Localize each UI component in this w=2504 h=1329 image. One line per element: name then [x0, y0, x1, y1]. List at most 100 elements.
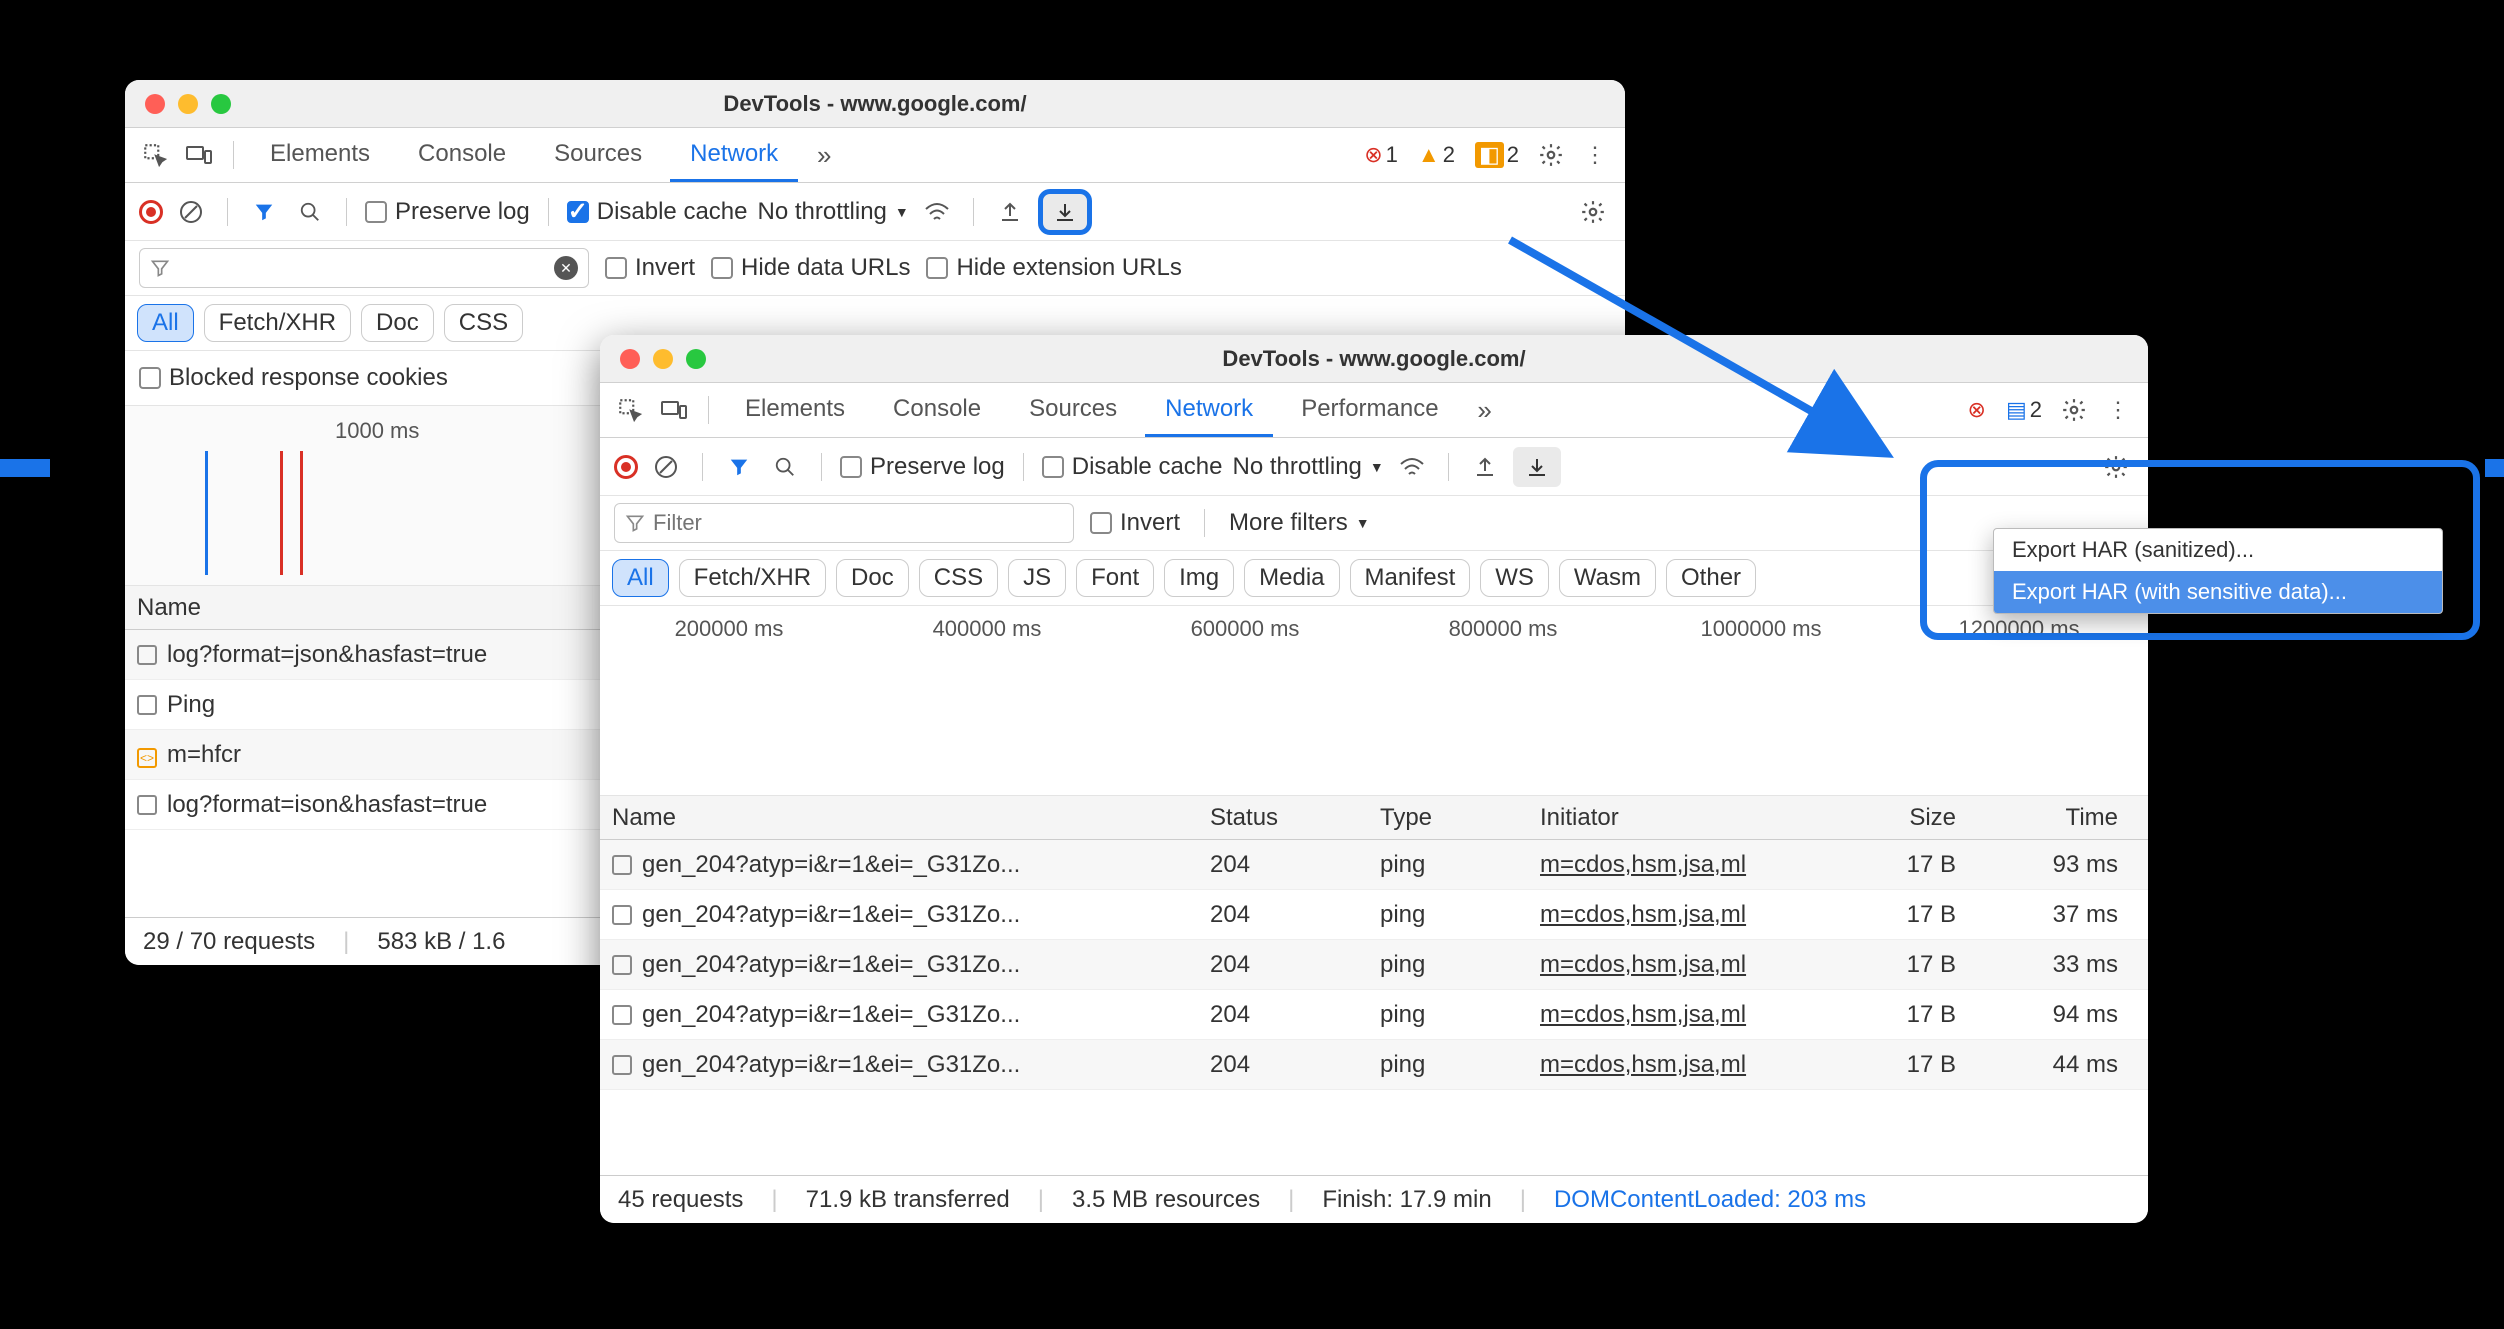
search-icon[interactable] — [292, 194, 328, 230]
pill-js[interactable]: JS — [1008, 559, 1066, 597]
pill-doc[interactable]: Doc — [361, 304, 434, 342]
tab-performance[interactable]: Performance — [1281, 383, 1458, 437]
preserve-log-checkbox[interactable]: Preserve log — [840, 453, 1005, 481]
maximize-window[interactable] — [211, 94, 231, 114]
table-row[interactable]: gen_204?atyp=i&r=1&ei=_G31Zo...204pingm=… — [600, 990, 2148, 1040]
hide-ext-label: Hide extension URLs — [956, 254, 1181, 282]
clear-icon[interactable] — [173, 194, 209, 230]
table-row[interactable]: gen_204?atyp=i&r=1&ei=_G31Zo...204pingm=… — [600, 940, 2148, 990]
more-filters-dropdown[interactable]: More filters ▼ — [1229, 509, 1370, 537]
window-title: DevTools - www.google.com/ — [723, 91, 1026, 117]
menu-export-sensitive[interactable]: Export HAR (with sensitive data)... — [1994, 571, 2442, 613]
col-type[interactable]: Type — [1368, 804, 1528, 832]
minimize-window[interactable] — [178, 94, 198, 114]
download-har-button[interactable] — [1038, 189, 1092, 235]
network-conditions-icon[interactable] — [1394, 449, 1430, 485]
clear-icon[interactable] — [648, 449, 684, 485]
record-button[interactable] — [139, 200, 163, 224]
invert-checkbox[interactable]: Invert — [605, 254, 695, 282]
hide-ext-urls-checkbox[interactable]: Hide extension URLs — [926, 254, 1181, 282]
tab-network[interactable]: Network — [1145, 383, 1273, 437]
record-button[interactable] — [614, 455, 638, 479]
kebab-icon[interactable]: ⋮ — [2100, 392, 2136, 428]
table-row[interactable]: gen_204?atyp=i&r=1&ei=_G31Zo...204pingm=… — [600, 840, 2148, 890]
pill-font[interactable]: Font — [1076, 559, 1154, 597]
filter-text-field[interactable] — [178, 255, 554, 281]
pill-other[interactable]: Other — [1666, 559, 1756, 597]
filter-text-field[interactable] — [653, 510, 1063, 536]
upload-icon[interactable] — [1467, 449, 1503, 485]
pill-doc[interactable]: Doc — [836, 559, 909, 597]
inspect-icon[interactable] — [612, 392, 648, 428]
waterfall-overview[interactable]: 200000 ms 400000 ms 600000 ms 800000 ms … — [600, 606, 2148, 796]
invert-checkbox[interactable]: Invert — [1090, 509, 1180, 537]
table-row[interactable]: gen_204?atyp=i&r=1&ei=_G31Zo...204pingm=… — [600, 1040, 2148, 1090]
disable-cache-checkbox[interactable]: ✓Disable cache — [567, 198, 748, 226]
tab-elements[interactable]: Elements — [725, 383, 865, 437]
error-badge[interactable]: ⊗1 — [1364, 142, 1398, 168]
decorative-bar — [0, 459, 50, 477]
pill-css[interactable]: CSS — [444, 304, 523, 342]
blocked-cookies-checkbox[interactable]: Blocked response cookies — [139, 364, 448, 392]
inspect-icon[interactable] — [137, 137, 173, 173]
col-time[interactable]: Time — [1968, 804, 2148, 832]
device-toggle-icon[interactable] — [181, 137, 217, 173]
preserve-log-checkbox[interactable]: Preserve log — [365, 198, 530, 226]
pill-fetch[interactable]: Fetch/XHR — [204, 304, 351, 342]
tab-console[interactable]: Console — [873, 383, 1001, 437]
tab-elements[interactable]: Elements — [250, 128, 390, 182]
close-window[interactable] — [145, 94, 165, 114]
throttling-select[interactable]: No throttling ▼ — [757, 198, 908, 226]
disable-cache-checkbox[interactable]: Disable cache — [1042, 453, 1223, 481]
issue-badge[interactable]: ▤2 — [2006, 397, 2042, 423]
more-tabs-icon[interactable]: » — [806, 137, 842, 173]
more-tabs-icon[interactable]: » — [1467, 392, 1503, 428]
search-icon[interactable] — [767, 449, 803, 485]
gear-icon[interactable] — [2056, 392, 2092, 428]
network-conditions-icon[interactable] — [919, 194, 955, 230]
issue-badge[interactable]: ◧2 — [1475, 142, 1519, 168]
pill-img[interactable]: Img — [1164, 559, 1234, 597]
error-badge[interactable]: ⊗ — [1968, 397, 1986, 423]
pill-all[interactable]: All — [137, 304, 194, 342]
warning-badge[interactable]: ▲2 — [1418, 142, 1455, 168]
pill-media[interactable]: Media — [1244, 559, 1339, 597]
col-size[interactable]: Size — [1818, 804, 1968, 832]
tab-console[interactable]: Console — [398, 128, 526, 182]
filter-input[interactable] — [614, 503, 1074, 543]
preserve-log-label: Preserve log — [395, 198, 530, 226]
pill-fetch[interactable]: Fetch/XHR — [679, 559, 826, 597]
gear-icon[interactable] — [2098, 449, 2134, 485]
status-resources: 3.5 MB resources — [1072, 1186, 1260, 1214]
kebab-icon[interactable]: ⋮ — [1577, 137, 1613, 173]
throttling-select[interactable]: No throttling ▼ — [1232, 453, 1383, 481]
hide-data-urls-checkbox[interactable]: Hide data URLs — [711, 254, 910, 282]
close-window[interactable] — [620, 349, 640, 369]
row-name: log?format=ison&hasfast=true — [167, 791, 487, 818]
pill-ws[interactable]: WS — [1480, 559, 1549, 597]
gear-icon[interactable] — [1533, 137, 1569, 173]
tab-network[interactable]: Network — [670, 128, 798, 182]
hide-data-label: Hide data URLs — [741, 254, 910, 282]
pill-all[interactable]: All — [612, 559, 669, 597]
table-row[interactable]: gen_204?atyp=i&r=1&ei=_G31Zo...204pingm=… — [600, 890, 2148, 940]
gear-icon[interactable] — [1575, 194, 1611, 230]
tab-sources[interactable]: Sources — [534, 128, 662, 182]
col-status[interactable]: Status — [1198, 804, 1368, 832]
download-har-button[interactable] — [1513, 447, 1561, 487]
maximize-window[interactable] — [686, 349, 706, 369]
col-name[interactable]: Name — [600, 804, 1198, 832]
device-toggle-icon[interactable] — [656, 392, 692, 428]
pill-manifest[interactable]: Manifest — [1350, 559, 1471, 597]
pill-wasm[interactable]: Wasm — [1559, 559, 1656, 597]
filter-input[interactable]: ✕ — [139, 248, 589, 288]
col-initiator[interactable]: Initiator — [1528, 804, 1818, 832]
pill-css[interactable]: CSS — [919, 559, 998, 597]
minimize-window[interactable] — [653, 349, 673, 369]
upload-icon[interactable] — [992, 194, 1028, 230]
filter-icon[interactable] — [721, 449, 757, 485]
filter-icon[interactable] — [246, 194, 282, 230]
menu-export-sanitized[interactable]: Export HAR (sanitized)... — [1994, 529, 2442, 571]
clear-filter-icon[interactable]: ✕ — [554, 256, 578, 280]
tab-sources[interactable]: Sources — [1009, 383, 1137, 437]
